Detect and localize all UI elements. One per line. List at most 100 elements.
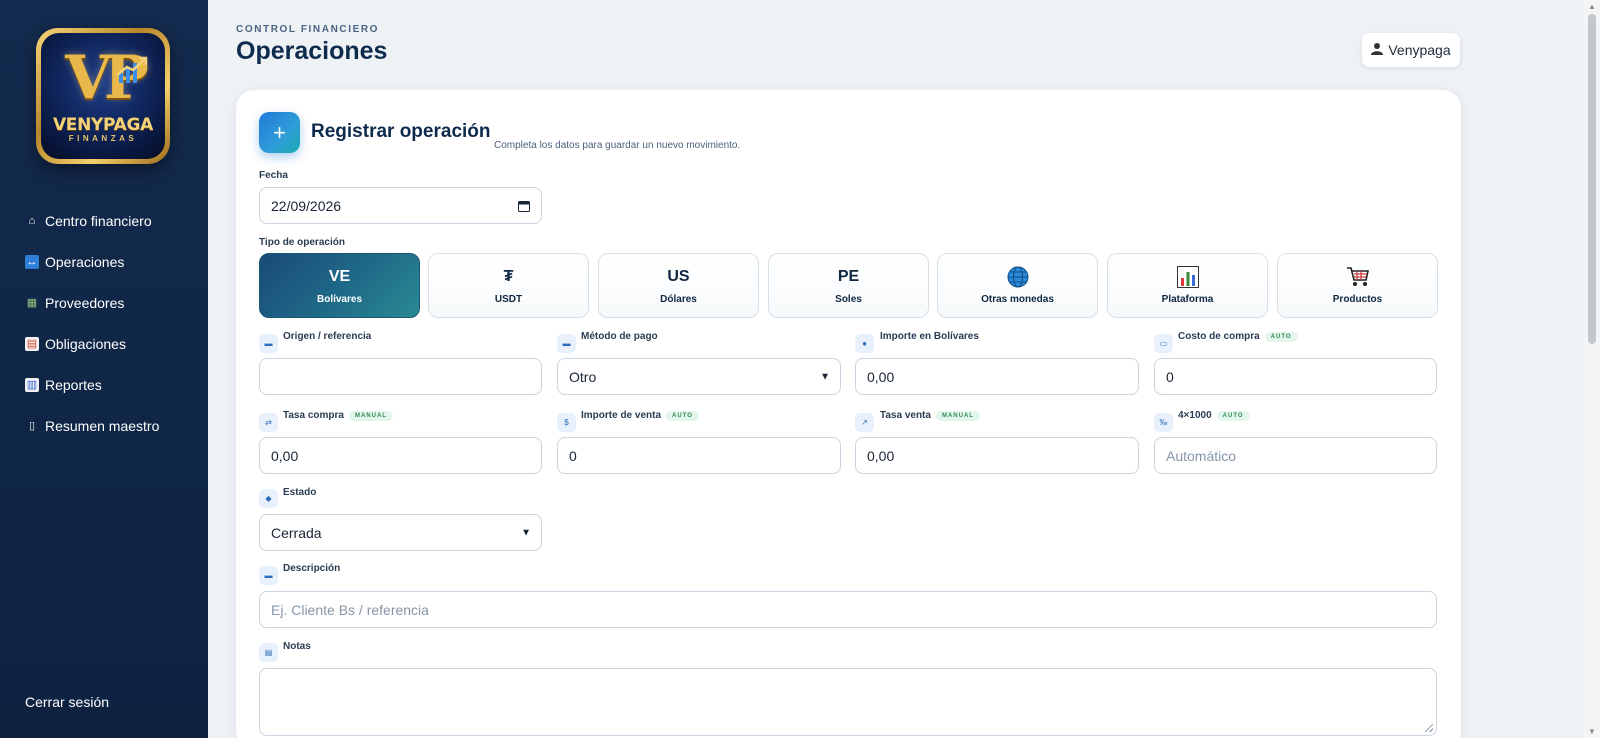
origen-input[interactable]: [259, 358, 542, 395]
sidebar-nav: ⌂ Centro financiero ↔ Operaciones ▦ Prov…: [0, 200, 208, 446]
type-tile-dolares[interactable]: US Dólares: [598, 253, 759, 318]
type-tile-soles[interactable]: PE Soles: [768, 253, 929, 318]
sidebar-item-resumen-maestro[interactable]: ▯ Resumen maestro: [0, 405, 208, 446]
bar-chart-icon: [1176, 266, 1199, 288]
impuesto-placeholder: Automático: [1166, 447, 1237, 464]
metodo-label: Método de pago: [581, 331, 658, 342]
tile-label: Plataforma: [1161, 294, 1214, 305]
fecha-label: Fecha: [259, 170, 288, 181]
tipo-operacion-label: Tipo de operación: [259, 237, 345, 248]
descripcion-placeholder: Ej. Cliente Bs / referencia: [271, 601, 429, 618]
sidebar-item-obligaciones[interactable]: ▤ Obligaciones: [0, 323, 208, 364]
estado-select[interactable]: Cerrada ▼: [259, 514, 542, 551]
amount-icon: ●: [855, 334, 874, 353]
auto-badge: AUTO: [1264, 332, 1298, 342]
tile-label: Soles: [835, 294, 862, 305]
notes-icon: ▤: [259, 643, 278, 662]
reference-icon: ▬: [259, 334, 278, 353]
pe-flag-icon: PE: [837, 268, 860, 285]
type-tile-usdt[interactable]: ₮ USDT: [428, 253, 589, 318]
sidebar-item-centro-financiero[interactable]: ⌂ Centro financiero: [0, 200, 208, 241]
costo-compra-input[interactable]: 0: [1154, 358, 1437, 395]
tasa-venta-value: 0,00: [867, 447, 895, 464]
calendar-picker-icon[interactable]: [518, 200, 530, 212]
page-eyebrow: CONTROL FINANCIERO: [236, 24, 380, 35]
impuesto-label: 4×1000 AUTO: [1178, 410, 1250, 421]
document-icon: ▯: [28, 420, 36, 432]
home-icon: ⌂: [28, 214, 36, 227]
ve-flag-icon: VE: [328, 268, 351, 285]
tile-label: USDT: [494, 294, 523, 305]
trend-up-icon: ↗: [855, 413, 874, 432]
tasa-venta-label: Tasa venta MANUAL: [880, 410, 980, 421]
tether-icon: ₮: [503, 268, 514, 285]
user-icon: [1371, 42, 1384, 58]
sidebar-item-proveedores[interactable]: ▦ Proveedores: [0, 282, 208, 323]
bar-chart-icon: ▥: [25, 377, 39, 392]
tile-label: Otras monedas: [981, 294, 1054, 305]
sidebar-item-label: Reportes: [45, 376, 102, 393]
importe-venta-label: Importe de venta AUTO: [581, 410, 699, 421]
page-title: Operaciones: [236, 37, 388, 65]
estado-value: Cerrada: [271, 524, 322, 541]
fecha-input[interactable]: 22/09/2026: [259, 187, 542, 224]
scroll-thumb[interactable]: [1588, 14, 1596, 344]
user-menu-button[interactable]: Venypaga: [1362, 33, 1460, 67]
sidebar-item-label: Centro financiero: [45, 212, 152, 229]
tasa-compra-value: 0,00: [271, 447, 299, 464]
chevron-down-icon: ▼: [820, 371, 830, 382]
manual-badge: MANUAL: [935, 411, 980, 421]
type-tile-productos[interactable]: Productos: [1277, 253, 1438, 318]
scroll-up-icon[interactable]: ▲: [1588, 2, 1596, 11]
tile-label: Productos: [1332, 294, 1383, 305]
shopping-cart-icon: [1346, 266, 1370, 288]
sidebar-item-label: Obligaciones: [45, 335, 126, 352]
tasa-compra-input[interactable]: 0,00: [259, 437, 542, 474]
calendar-icon: ▤: [25, 336, 39, 351]
add-operation-button[interactable]: +: [259, 112, 300, 153]
descripcion-label: Descripción: [283, 563, 341, 574]
metodo-pago-select[interactable]: Otro ▼: [557, 358, 841, 395]
exchange-icon: ⇄: [259, 413, 278, 432]
descripcion-input[interactable]: Ej. Cliente Bs / referencia: [259, 591, 1437, 628]
description-icon: ▬: [259, 566, 278, 585]
cost-icon: ▭: [1154, 334, 1173, 353]
chevron-down-icon: ▼: [521, 527, 531, 538]
sidebar-item-label: Proveedores: [45, 294, 125, 311]
sidebar-item-operaciones[interactable]: ↔ Operaciones: [0, 241, 208, 282]
user-name: Venypaga: [1388, 42, 1451, 58]
payment-method-icon: ▬: [557, 334, 576, 353]
importe-venta-value: 0: [569, 447, 577, 464]
auto-badge: AUTO: [1216, 411, 1250, 421]
type-tile-otras-monedas[interactable]: Otras monedas: [937, 253, 1098, 318]
resize-handle-icon[interactable]: [1425, 724, 1433, 732]
us-flag-icon: US: [667, 268, 690, 285]
dollar-icon: $: [557, 413, 576, 432]
importe-bs-input[interactable]: 0,00: [855, 358, 1139, 395]
tasa-compra-label: Tasa compra MANUAL: [283, 410, 393, 421]
logout-button[interactable]: Cerrar sesión: [25, 694, 109, 710]
page-scrollbar[interactable]: ▲ ▼: [1584, 0, 1600, 738]
tile-label: Bolívares: [316, 294, 363, 305]
sidebar-item-label: Operaciones: [45, 253, 125, 270]
type-tile-plataforma[interactable]: Plataforma: [1107, 253, 1268, 318]
globe-icon: [1007, 266, 1029, 288]
growth-chart-icon: [116, 56, 148, 83]
notas-textarea[interactable]: [259, 668, 1437, 736]
tasa-venta-input[interactable]: 0,00: [855, 437, 1139, 474]
metodo-value: Otro: [569, 368, 597, 385]
origen-label: Origen / referencia: [283, 331, 372, 342]
scroll-down-icon[interactable]: ▼: [1588, 727, 1596, 736]
importe-venta-input[interactable]: 0: [557, 437, 841, 474]
auto-badge: AUTO: [666, 411, 699, 421]
venypaga-logo: VP VENYPAGA FINANZAS: [36, 28, 170, 164]
status-icon: ◆: [259, 489, 278, 508]
impuesto-input[interactable]: Automático: [1154, 437, 1437, 474]
sidebar-item-reportes[interactable]: ▥ Reportes: [0, 364, 208, 405]
costo-label: Costo de compra AUTO: [1178, 331, 1298, 342]
fecha-value: 22/09/2026: [271, 197, 342, 214]
per-mille-icon: ‰: [1154, 413, 1173, 432]
card-title: Registrar operación: [311, 121, 491, 142]
type-tile-bolivares[interactable]: VE Bolívares: [259, 253, 420, 318]
sidebar-item-label: Resumen maestro: [45, 417, 160, 434]
